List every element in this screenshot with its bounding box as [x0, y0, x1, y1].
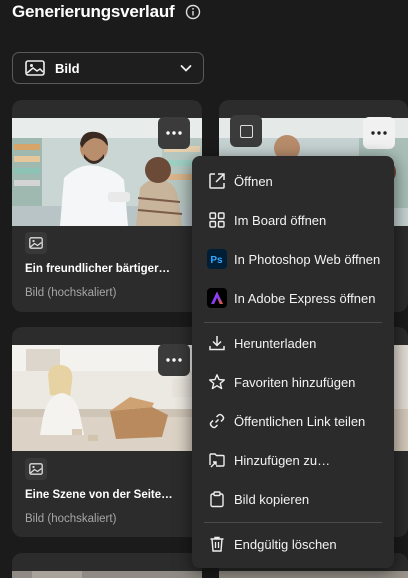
menu-item-label: Öffentlichen Link teilen	[234, 413, 366, 429]
star-icon	[206, 371, 228, 393]
history-card[interactable]	[12, 553, 202, 578]
type-filter-dropdown[interactable]: Bild	[12, 52, 204, 84]
card-subtitle: Bild (hochskaliert)	[25, 513, 117, 525]
menu-separator	[204, 322, 382, 323]
menu-item-open-photoshop[interactable]: Ps In Photoshop Web öffnen	[192, 244, 394, 274]
menu-item-delete[interactable]: Endgültig löschen	[192, 529, 394, 559]
menu-item-label: Hinzufügen zu…	[234, 452, 331, 468]
menu-item-share-link[interactable]: Öffentlichen Link teilen	[192, 406, 394, 436]
card-caption: Eine Szene von der Seite…	[25, 489, 173, 501]
menu-separator	[204, 522, 382, 523]
context-menu: Öffnen Im Board öffnen Ps In Photoshop W…	[192, 156, 394, 568]
menu-item-label: Herunterladen	[234, 335, 317, 351]
card-subtitle: Bild (hochskaliert)	[25, 287, 117, 299]
copy-image-icon	[206, 488, 228, 510]
checkbox-box	[239, 124, 253, 138]
more-options-button[interactable]	[158, 117, 190, 149]
menu-item-download[interactable]: Herunterladen	[192, 328, 394, 358]
chevron-down-icon	[179, 61, 193, 75]
menu-item-label: Endgültig löschen	[234, 536, 337, 552]
menu-item-label: Bild kopieren	[234, 491, 310, 507]
link-icon	[206, 410, 228, 432]
menu-item-label: Favoriten hinzufügen	[234, 374, 356, 390]
more-options-button[interactable]	[363, 117, 395, 149]
image-icon	[25, 60, 45, 76]
menu-item-open-express[interactable]: In Adobe Express öffnen	[192, 283, 394, 313]
menu-item-add-to[interactable]: Hinzufügen zu…	[192, 445, 394, 475]
photoshop-badge-text: Ps	[210, 255, 223, 266]
menu-item-open-board[interactable]: Im Board öffnen	[192, 205, 394, 235]
history-card[interactable]: Ein freundlicher bärtiger… Bild (hochska…	[12, 100, 202, 312]
menu-item-copy-image[interactable]: Bild kopieren	[192, 484, 394, 514]
menu-item-open[interactable]: Öffnen	[192, 166, 394, 196]
more-options-button[interactable]	[158, 344, 190, 376]
board-icon	[206, 209, 228, 231]
photoshop-icon: Ps	[206, 248, 228, 270]
download-icon	[206, 332, 228, 354]
header: Generierungsverlauf	[12, 0, 202, 24]
menu-item-label: Im Board öffnen	[234, 212, 327, 228]
menu-item-favorite[interactable]: Favoriten hinzufügen	[192, 367, 394, 397]
select-checkbox[interactable]	[230, 115, 262, 147]
info-icon[interactable]	[184, 3, 202, 21]
trash-icon	[206, 533, 228, 555]
history-card[interactable]: Eine Szene von der Seite… Bild (hochskal…	[12, 327, 202, 537]
menu-item-label: In Photoshop Web öffnen	[234, 251, 381, 267]
image-type-icon	[25, 232, 47, 254]
thumbnail-image[interactable]	[219, 571, 408, 578]
menu-item-label: In Adobe Express öffnen	[234, 290, 376, 306]
filter-label: Bild	[55, 60, 80, 76]
menu-item-label: Öffnen	[234, 173, 273, 189]
adobe-express-icon	[206, 287, 228, 309]
open-external-icon	[206, 170, 228, 192]
thumbnail-image[interactable]	[12, 571, 202, 578]
image-type-icon	[25, 458, 47, 480]
page-title: Generierungsverlauf	[12, 2, 175, 21]
add-to-folder-icon	[206, 449, 228, 471]
card-caption: Ein freundlicher bärtiger…	[25, 263, 171, 275]
